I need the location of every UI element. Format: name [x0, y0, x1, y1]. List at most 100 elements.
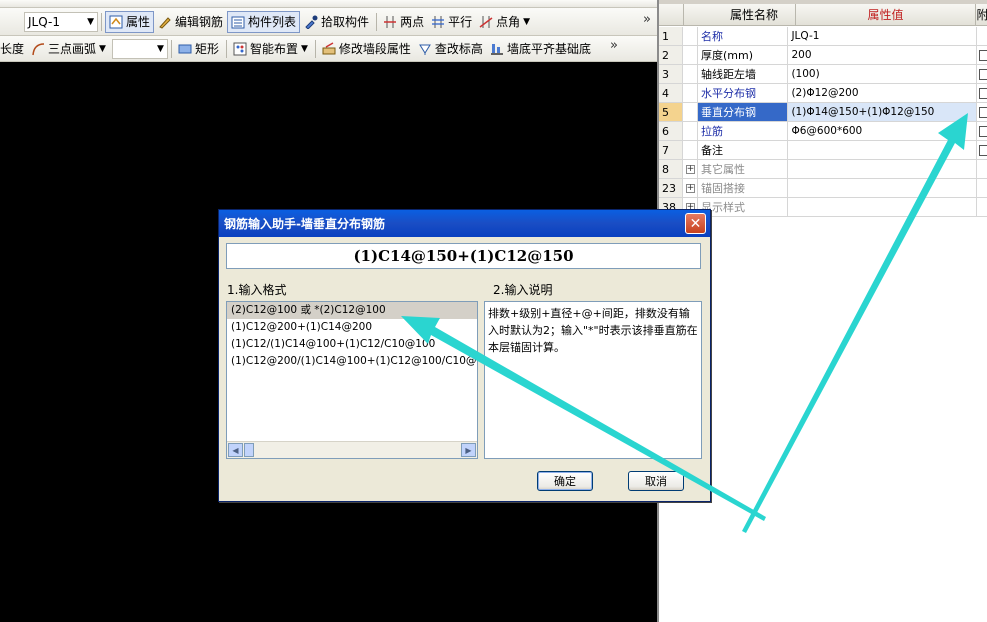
- rectangle-icon: [178, 42, 192, 56]
- property-row[interactable]: 3 轴线距左墙 (100): [659, 65, 987, 84]
- property-row[interactable]: 2 厚度(mm) 200: [659, 46, 987, 65]
- checkbox-icon[interactable]: [978, 87, 987, 99]
- chevron-down-icon[interactable]: ▼: [87, 17, 94, 27]
- row-expander: [682, 141, 699, 159]
- two-point-button[interactable]: 两点: [380, 11, 427, 33]
- checkbox-icon[interactable]: [978, 144, 987, 156]
- header-attach[interactable]: 附: [976, 4, 987, 25]
- scroll-left-icon[interactable]: ◀: [228, 443, 243, 457]
- scroll-thumb[interactable]: [244, 443, 254, 457]
- attach-checkbox-cell: [977, 198, 987, 216]
- attach-checkbox-cell[interactable]: [977, 46, 987, 64]
- component-list-label: 构件列表: [248, 15, 297, 29]
- chevron-down-icon[interactable]: ▼: [523, 17, 530, 27]
- list-icon: [231, 15, 245, 29]
- row-expander: [682, 46, 699, 64]
- property-value[interactable]: (1)Φ14@150+(1)Φ12@150: [788, 103, 977, 121]
- property-row[interactable]: 6 拉筋 Φ6@600*600: [659, 122, 987, 141]
- edit-elevation-button[interactable]: 查改标高: [415, 38, 486, 60]
- close-button[interactable]: ✕: [685, 213, 706, 234]
- attach-checkbox-cell[interactable]: [977, 84, 987, 102]
- elevation-icon: [418, 42, 432, 56]
- property-value[interactable]: [788, 179, 977, 197]
- checkbox-icon[interactable]: [978, 125, 987, 137]
- rectangle-button[interactable]: 矩形: [175, 38, 222, 60]
- row-number: 4: [659, 84, 683, 102]
- property-row[interactable]: 4 水平分布钢 (2)Φ12@200: [659, 84, 987, 103]
- property-value[interactable]: 200: [788, 46, 977, 64]
- edit-rebar-button[interactable]: 编辑钢筋: [155, 11, 226, 33]
- parallel-button[interactable]: 平行: [428, 11, 475, 33]
- dialog-titlebar[interactable]: 钢筋输入助手-墙垂直分布钢筋: [219, 210, 710, 237]
- cancel-label: 取消: [645, 475, 667, 488]
- attach-checkbox-cell: [977, 27, 987, 45]
- component-list-button[interactable]: 构件列表: [227, 10, 301, 33]
- chevron-down-icon[interactable]: ▼: [157, 44, 164, 54]
- attach-checkbox-cell: [977, 179, 987, 197]
- property-row[interactable]: 8 + 其它属性: [659, 160, 987, 179]
- expand-plus-icon[interactable]: +: [685, 183, 695, 193]
- format-list-item[interactable]: (1)C12/(1)C14@100+(1)C12/C10@100: [227, 336, 477, 353]
- attach-checkbox-cell[interactable]: [977, 141, 987, 159]
- property-row[interactable]: 23 + 锚固搭接: [659, 179, 987, 198]
- property-name: 锚固搭接: [698, 179, 789, 197]
- header-value[interactable]: 属性值: [796, 4, 976, 25]
- property-value[interactable]: [788, 198, 977, 216]
- property-value[interactable]: Φ6@600*600: [788, 122, 977, 140]
- scroll-right-icon[interactable]: ▶: [461, 443, 476, 457]
- checkbox-icon[interactable]: [978, 68, 987, 80]
- toolbar2-overflow-icon[interactable]: »: [610, 38, 618, 53]
- dialog-title: 钢筋输入助手-墙垂直分布钢筋: [224, 217, 385, 231]
- smart-layout-icon: [233, 42, 247, 56]
- point-angle-button[interactable]: 点角 ▼: [476, 11, 533, 33]
- pick-component-button[interactable]: 拾取构件: [301, 11, 372, 33]
- format-label: 1.输入格式: [227, 283, 287, 297]
- format-list-item[interactable]: (2)C12@100 或 *(2)C12@100: [227, 302, 477, 319]
- row-expander[interactable]: +: [682, 179, 699, 197]
- attach-checkbox-cell[interactable]: [977, 65, 987, 83]
- formula-value: (1)C14@150+(1)C12@150: [353, 247, 574, 265]
- horizontal-scrollbar[interactable]: ◀ ▶: [227, 441, 477, 458]
- chevron-down-icon[interactable]: ▼: [99, 44, 106, 54]
- property-value[interactable]: (100): [788, 65, 977, 83]
- format-list[interactable]: (2)C12@100 或 *(2)C12@100 (1)C12@200+(1)C1…: [226, 301, 478, 459]
- property-value[interactable]: [788, 141, 977, 159]
- chevron-down-icon[interactable]: ▼: [301, 44, 308, 54]
- attach-checkbox-cell[interactable]: [977, 122, 987, 140]
- component-combo[interactable]: JLQ-1 ▼: [24, 11, 98, 32]
- expand-plus-icon[interactable]: +: [685, 164, 695, 174]
- point-angle-label: 点角: [496, 15, 521, 29]
- property-name: 拉筋: [698, 122, 789, 140]
- arc-icon: [31, 42, 45, 56]
- row-expander[interactable]: +: [682, 160, 699, 178]
- ok-button[interactable]: 确定: [537, 471, 593, 491]
- properties-button[interactable]: 属性: [105, 10, 155, 33]
- property-row[interactable]: 5 垂直分布钢 (1)Φ14@150+(1)Φ12@150: [659, 103, 987, 122]
- checkbox-icon[interactable]: [978, 106, 987, 118]
- format-list-item[interactable]: (1)C12@200+(1)C14@200: [227, 319, 477, 336]
- attach-checkbox-cell[interactable]: [977, 103, 987, 121]
- property-value[interactable]: [788, 160, 977, 178]
- row-expander: [682, 27, 699, 45]
- row-number: 5: [659, 103, 683, 121]
- format-list-item[interactable]: (1)C12@200/(1)C14@100+(1)C12@100/C10@200: [227, 353, 477, 370]
- cancel-button[interactable]: 取消: [628, 471, 684, 491]
- property-row[interactable]: 7 备注: [659, 141, 987, 160]
- property-name: 垂直分布钢: [698, 103, 789, 121]
- three-point-arc-button[interactable]: 三点画弧 ▼: [28, 38, 109, 60]
- formula-input[interactable]: (1)C14@150+(1)C12@150: [226, 243, 701, 269]
- property-value[interactable]: JLQ-1: [788, 27, 977, 45]
- checkbox-icon[interactable]: [978, 49, 987, 61]
- align-foundation-button[interactable]: 墙底平齐基础底: [487, 38, 594, 60]
- property-value[interactable]: (2)Φ12@200: [788, 84, 977, 102]
- edit-rebar-label: 编辑钢筋: [175, 15, 224, 29]
- separator: [376, 12, 378, 31]
- property-row[interactable]: 1 名称 JLQ-1: [659, 27, 987, 46]
- toolbar1-overflow-icon[interactable]: »: [643, 12, 651, 27]
- modify-wall-segment-button[interactable]: 修改墙段属性: [319, 38, 414, 60]
- separator: [101, 12, 102, 31]
- property-name: 备注: [698, 141, 789, 159]
- smart-layout-button[interactable]: 智能布置 ▼: [230, 38, 311, 60]
- header-name[interactable]: 属性名称: [684, 4, 796, 25]
- arc-mode-combo[interactable]: ▼: [111, 38, 168, 59]
